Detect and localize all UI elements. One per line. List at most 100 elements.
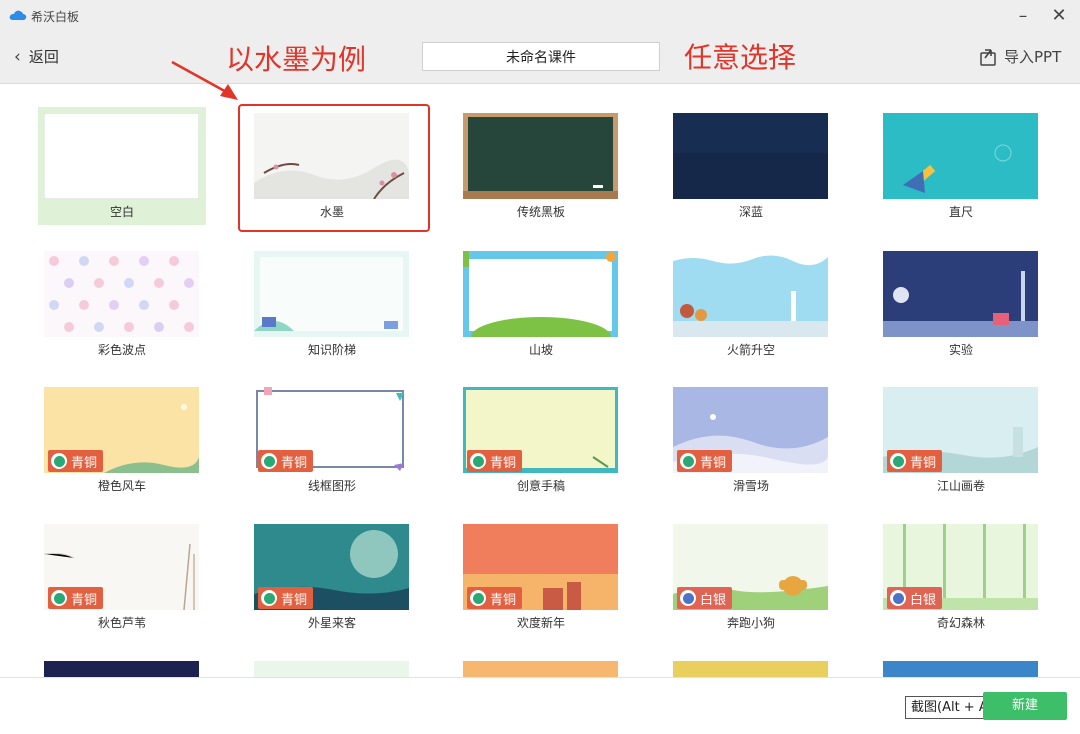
- tier-badge: 青铜: [258, 450, 314, 472]
- template-label: 橙色风车: [97, 479, 146, 493]
- title-bar: 希沃白板 – ✕: [0, 0, 1080, 32]
- template-thumbnail: 青铜: [254, 524, 409, 610]
- tier-badge-label: 青铜: [910, 455, 937, 471]
- annotation-arrow-icon: [171, 60, 238, 100]
- template-thumbnail: [883, 113, 1038, 199]
- template-thumbnail: [44, 113, 199, 199]
- template-thumbnail: [673, 113, 828, 199]
- template-thumbnail: 青铜: [44, 387, 199, 473]
- tier-badge: 白银: [887, 587, 943, 609]
- template-card-partial[interactable]: [877, 655, 1045, 677]
- template-thumbnail: [463, 251, 618, 337]
- template-label: 奇幻森林: [936, 616, 985, 630]
- medal-icon: [261, 453, 277, 469]
- template-thumbnail: 青铜: [673, 387, 828, 473]
- template-card[interactable]: 深蓝: [667, 107, 835, 225]
- cloud-logo-icon: [9, 10, 27, 20]
- template-card[interactable]: 直尺: [877, 107, 1045, 225]
- template-thumbnail: [673, 661, 828, 677]
- medal-icon: [51, 590, 67, 606]
- tier-badge: 白银: [677, 587, 733, 609]
- template-label: 线框图形: [307, 479, 356, 493]
- app-window: 希沃白板 – ✕ ‹ 返回 导入PPT 空白 水墨 传统黑板 深蓝 直尺彩色波点 知识阶梯…: [0, 0, 1080, 734]
- template-card[interactable]: 白银奇幻森林: [877, 518, 1045, 636]
- minimize-button[interactable]: –: [1011, 4, 1035, 28]
- template-label: 创意手稿: [516, 479, 565, 493]
- import-icon: [980, 49, 996, 66]
- template-card-partial[interactable]: [38, 655, 206, 677]
- template-grid: 空白 水墨 传统黑板 深蓝 直尺 彩色波点 知识阶梯 山坡 火箭升空 实验 青铜 橙色风车 青铜 线框图形…: [0, 85, 1080, 677]
- template-label: 空白: [109, 205, 134, 219]
- template-label: 传统黑板: [516, 205, 565, 219]
- template-card[interactable]: 空白: [38, 107, 206, 225]
- template-card-partial[interactable]: [248, 655, 416, 677]
- template-label: 火箭升空: [726, 343, 775, 357]
- template-thumbnail: [463, 113, 618, 199]
- tier-badge: 青铜: [887, 450, 943, 472]
- template-card[interactable]: 山坡: [457, 245, 625, 363]
- chevron-left-icon: ‹: [14, 47, 21, 67]
- template-label: 外星来客: [307, 616, 356, 630]
- template-thumbnail: 青铜: [44, 524, 199, 610]
- tier-badge: 青铜: [48, 587, 104, 609]
- tier-badge: 青铜: [467, 587, 523, 609]
- template-card[interactable]: 火箭升空: [667, 245, 835, 363]
- back-button[interactable]: ‹ 返回: [14, 46, 59, 68]
- tier-badge: 青铜: [48, 450, 104, 472]
- template-label: 实验: [948, 343, 973, 357]
- template-label: 奔跑小狗: [726, 616, 775, 630]
- template-card[interactable]: 青铜橙色风车: [38, 381, 206, 499]
- back-label: 返回: [28, 48, 59, 66]
- template-card[interactable]: 彩色波点: [38, 245, 206, 363]
- template-label: 秋色芦苇: [97, 616, 146, 630]
- tier-badge-label: 青铜: [71, 455, 98, 471]
- tier-badge-label: 青铜: [490, 592, 517, 608]
- medal-icon: [470, 590, 486, 606]
- courseware-title-input[interactable]: [422, 42, 660, 71]
- template-thumbnail: 青铜: [463, 387, 618, 473]
- template-thumbnail: [254, 251, 409, 337]
- template-card[interactable]: 青铜外星来客: [248, 518, 416, 636]
- template-card[interactable]: 水墨: [248, 107, 416, 225]
- template-thumbnail: [44, 661, 199, 677]
- template-card[interactable]: 青铜 欢度新年: [457, 518, 625, 636]
- template-card[interactable]: 知识阶梯: [248, 245, 416, 363]
- template-card[interactable]: 青铜秋色芦苇: [38, 518, 206, 636]
- template-card[interactable]: 青铜线框图形: [248, 381, 416, 499]
- top-bar: 希沃白板 – ✕ ‹ 返回 导入PPT: [0, 0, 1080, 84]
- template-thumbnail: 青铜: [883, 387, 1038, 473]
- template-thumbnail: [254, 661, 409, 677]
- template-card[interactable]: 实验: [877, 245, 1045, 363]
- template-thumbnail: 青铜: [254, 387, 409, 473]
- template-label: 滑雪场: [732, 479, 769, 493]
- template-label: 江山画卷: [936, 479, 985, 493]
- medal-icon: [680, 453, 696, 469]
- template-card[interactable]: 青铜 创意手稿: [457, 381, 625, 499]
- medal-icon: [261, 590, 277, 606]
- import-ppt-button[interactable]: 导入PPT: [978, 46, 1061, 68]
- template-thumbnail: [254, 113, 409, 199]
- medal-icon: [890, 590, 906, 606]
- template-thumbnail: [44, 251, 199, 337]
- new-button[interactable]: 新建: [983, 692, 1067, 720]
- template-card-partial[interactable]: [667, 655, 835, 677]
- medal-icon: [680, 590, 696, 606]
- template-card-partial[interactable]: [457, 655, 625, 677]
- template-card[interactable]: 青铜 滑雪场: [667, 381, 835, 499]
- annotation-example-text: 以水墨为例: [226, 43, 367, 76]
- tier-badge-label: 青铜: [281, 455, 308, 471]
- tier-badge: 青铜: [677, 450, 733, 472]
- template-thumbnail: [673, 251, 828, 337]
- app-title: 希沃白板: [31, 10, 80, 24]
- template-label: 彩色波点: [97, 343, 146, 357]
- template-card[interactable]: 白银奔跑小狗: [667, 518, 835, 636]
- close-button[interactable]: ✕: [1047, 4, 1071, 28]
- tier-badge-label: 青铜: [281, 592, 308, 608]
- template-label: 深蓝: [738, 205, 763, 219]
- template-card[interactable]: 传统黑板: [457, 107, 625, 225]
- template-card[interactable]: 青铜江山画卷: [877, 381, 1045, 499]
- tier-badge-label: 青铜: [700, 455, 727, 471]
- tier-badge-label: 白银: [910, 592, 937, 608]
- template-label: 知识阶梯: [307, 343, 356, 357]
- template-thumbnail: 白银: [883, 524, 1038, 610]
